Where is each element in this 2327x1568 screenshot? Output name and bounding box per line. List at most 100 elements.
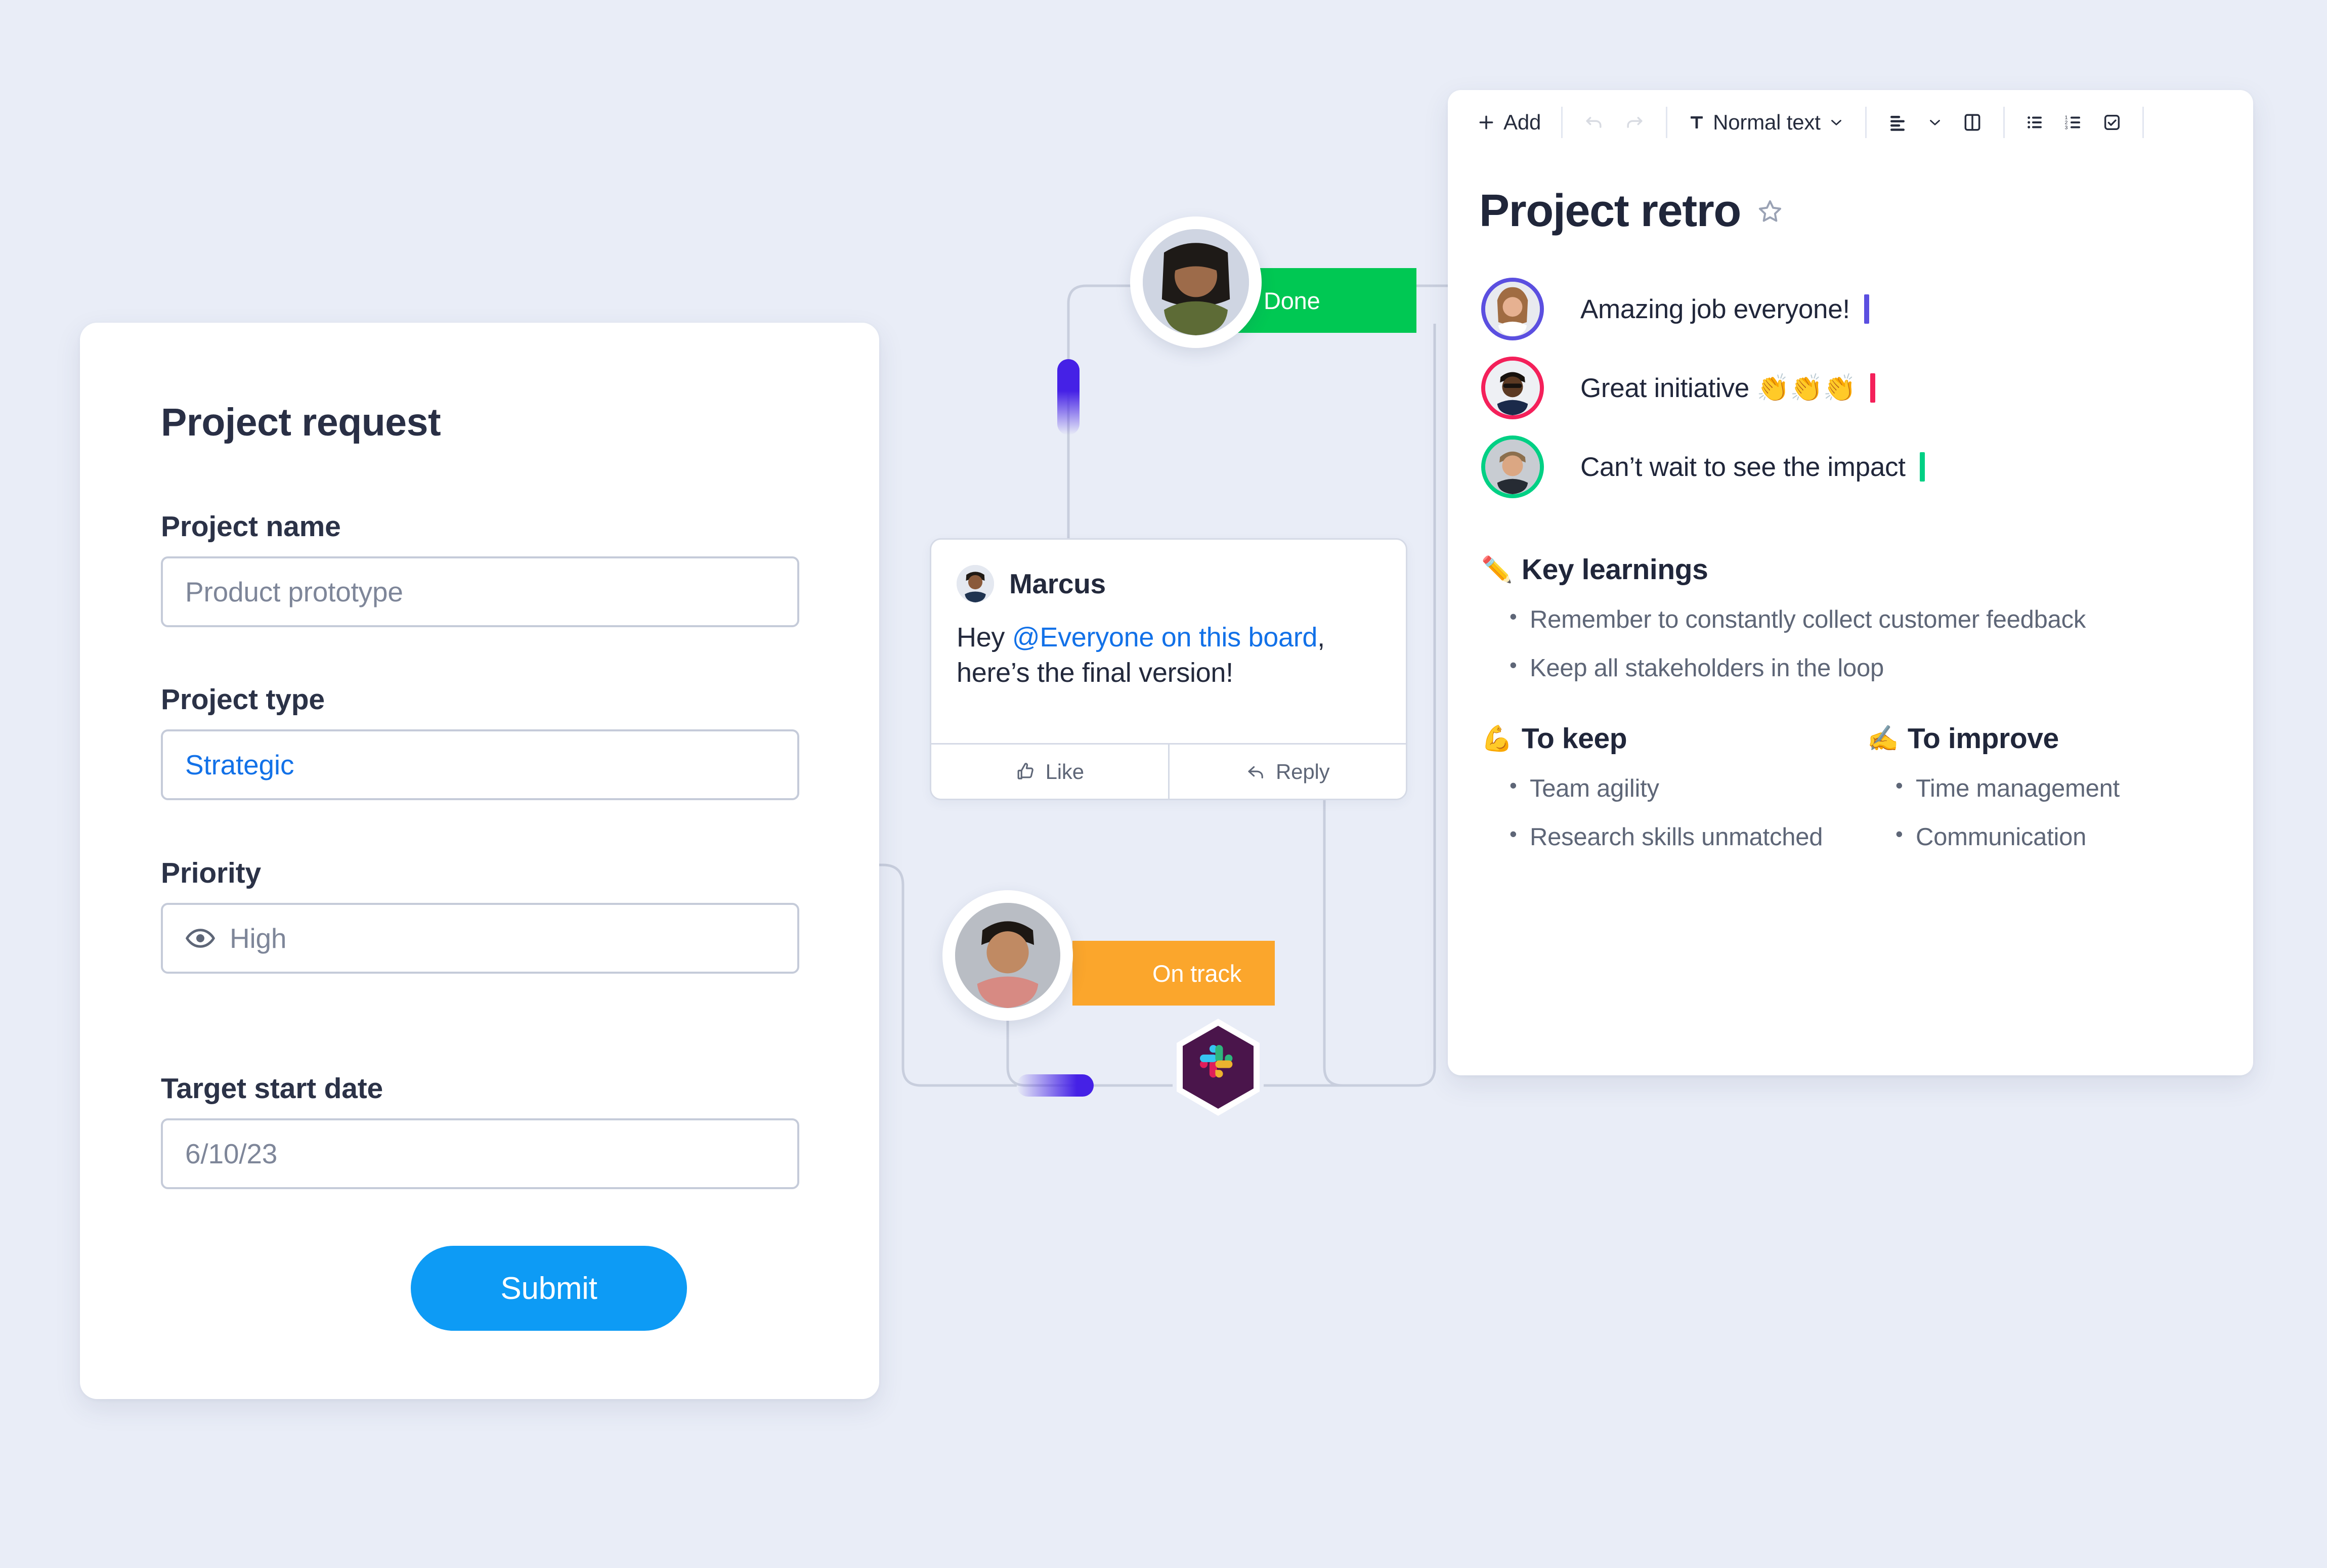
comment-text: Can’t wait to see the impact: [1580, 452, 1906, 482]
comment-text-wrapper: Great initiative 👏👏👏: [1580, 372, 1876, 404]
two-column-sections: 💪 To keep Team agility Research skills u…: [1448, 722, 2253, 872]
list-item: Team agility: [1510, 773, 1867, 803]
reply-label: Reply: [1276, 759, 1330, 783]
input-value: Product prototype: [185, 576, 403, 607]
project-type-input[interactable]: Strategic: [161, 729, 799, 800]
progress-bar-horizontal: [1017, 1074, 1094, 1097]
numbered-list-icon: 1 2 3: [2063, 112, 2084, 133]
list-item: Can’t wait to see the impact: [1481, 427, 2253, 506]
section-heading-label: To keep: [1521, 722, 1627, 755]
field-target-start-date: Target start date 6/10/23: [161, 1072, 799, 1189]
reply-button[interactable]: Reply: [1168, 745, 1406, 799]
comment-actions: Like Reply: [931, 743, 1406, 799]
input-value: Strategic: [185, 749, 294, 780]
eye-icon: [185, 923, 216, 953]
collaborator-caret: [1870, 373, 1876, 403]
form-title: Project request: [161, 401, 441, 444]
section-key-learnings: ✏️ Key learnings Remember to constantly …: [1448, 553, 2253, 682]
list-item: Remember to constantly collect customer …: [1510, 604, 2253, 634]
checklist-icon: [2102, 112, 2122, 133]
align-button[interactable]: [1880, 107, 1915, 138]
field-label: Project type: [161, 683, 325, 716]
project-retro-document-card: Add Normal text 1 2 3 Project retro Amaz…: [1448, 90, 2253, 1075]
list-item: Communication: [1895, 822, 2253, 851]
comment-text-wrapper: Can’t wait to see the impact: [1580, 452, 1925, 483]
toolbar-divider: [2003, 107, 2005, 138]
bullet-list-button[interactable]: [2018, 107, 2052, 138]
toolbar-divider: [1666, 107, 1668, 138]
numbered-list-button[interactable]: 1 2 3: [2056, 107, 2091, 138]
text-style-label: Normal text: [1713, 110, 1821, 134]
avatar-done-owner[interactable]: [1130, 216, 1262, 348]
toolbar-divider: [1561, 107, 1563, 138]
avatar-on-track-owner[interactable]: [942, 890, 1073, 1021]
text-style-dropdown[interactable]: Normal text: [1680, 105, 1852, 140]
page-title: Project retro: [1479, 186, 1741, 236]
flexed-biceps-emoji-icon: 💪: [1481, 724, 1513, 753]
project-request-form-card: Project request Project name Product pro…: [80, 323, 879, 1399]
status-badge-label: On track: [1152, 960, 1242, 987]
collaborator-caret: [1864, 294, 1869, 324]
redo-icon: [1623, 111, 1646, 134]
avatar: [1481, 357, 1544, 419]
columns-icon: [1962, 112, 1983, 133]
section-to-keep: 💪 To keep Team agility Research skills u…: [1481, 722, 1867, 872]
toolbar-divider: [2142, 107, 2144, 138]
avatar-image: [955, 903, 1060, 1008]
priority-input[interactable]: High: [161, 903, 799, 974]
comment-card: Marcus Hey @Everyone on this board, here…: [930, 538, 1407, 800]
bullet-list: Remember to constantly collect customer …: [1481, 604, 2253, 682]
plus-icon: [1476, 112, 1496, 133]
star-icon[interactable]: [1756, 197, 1784, 226]
chevron-down-icon: [1828, 114, 1845, 131]
align-dropdown[interactable]: [1919, 109, 1951, 136]
section-heading: 💪 To keep: [1481, 722, 1867, 755]
bullet-list: Time management Communication: [1867, 773, 2253, 851]
avatar-image: [1143, 229, 1249, 335]
field-label: Project name: [161, 510, 341, 543]
like-label: Like: [1045, 759, 1084, 783]
input-value: High: [230, 923, 287, 954]
thumbs-up-icon: [1015, 761, 1037, 782]
add-button[interactable]: Add: [1469, 105, 1548, 140]
avatar: [1481, 278, 1544, 340]
list-item: Amazing job everyone!: [1481, 270, 2253, 349]
section-heading: ✍️ To improve: [1867, 722, 2253, 755]
field-label: Target start date: [161, 1072, 383, 1105]
list-item: Time management: [1895, 773, 2253, 803]
comment-text: Great initiative 👏👏👏: [1580, 373, 1857, 403]
like-button[interactable]: Like: [931, 745, 1168, 799]
add-label: Add: [1503, 110, 1541, 134]
align-left-icon: [1887, 112, 1908, 133]
undo-button[interactable]: [1576, 106, 1612, 139]
slack-integration-icon[interactable]: [1173, 1017, 1264, 1118]
comment-text-suffix: ,: [1317, 622, 1325, 652]
document-title-row: Project retro: [1448, 155, 2253, 237]
project-name-input[interactable]: Product prototype: [161, 556, 799, 627]
section-heading-label: To improve: [1907, 722, 2059, 755]
comment-text-wrapper: Amazing job everyone!: [1580, 294, 1869, 325]
checklist-button[interactable]: [2095, 107, 2129, 138]
comment-author: Marcus: [1009, 568, 1106, 599]
list-item: Keep all stakeholders in the loop: [1510, 653, 2253, 682]
columns-button[interactable]: [1955, 107, 1990, 138]
redo-button[interactable]: [1616, 106, 1653, 139]
target-start-date-input[interactable]: 6/10/23: [161, 1118, 799, 1189]
chevron-down-icon: [1926, 114, 1944, 131]
reply-arrow-icon: [1245, 761, 1267, 782]
mention-link[interactable]: @Everyone on this board: [1012, 622, 1318, 652]
list-item: Research skills unmatched: [1510, 822, 1867, 851]
collaborator-caret: [1919, 452, 1925, 482]
comment-body: Hey @Everyone on this board, here’s the …: [931, 602, 1406, 690]
document-comments-list: Amazing job everyone! Great initiative 👏…: [1448, 270, 2253, 506]
document-toolbar: Add Normal text 1 2 3: [1448, 90, 2253, 155]
submit-button[interactable]: Submit: [411, 1246, 687, 1331]
writing-hand-emoji-icon: ✍️: [1867, 724, 1899, 753]
avatar: [1481, 435, 1544, 498]
svg-text:3: 3: [2064, 125, 2067, 130]
bullet-list-icon: [2025, 112, 2045, 133]
list-item: Great initiative 👏👏👏: [1481, 349, 2253, 427]
status-badge-label: Done: [1264, 287, 1320, 314]
field-label: Priority: [161, 857, 261, 889]
input-value: 6/10/23: [185, 1138, 278, 1169]
